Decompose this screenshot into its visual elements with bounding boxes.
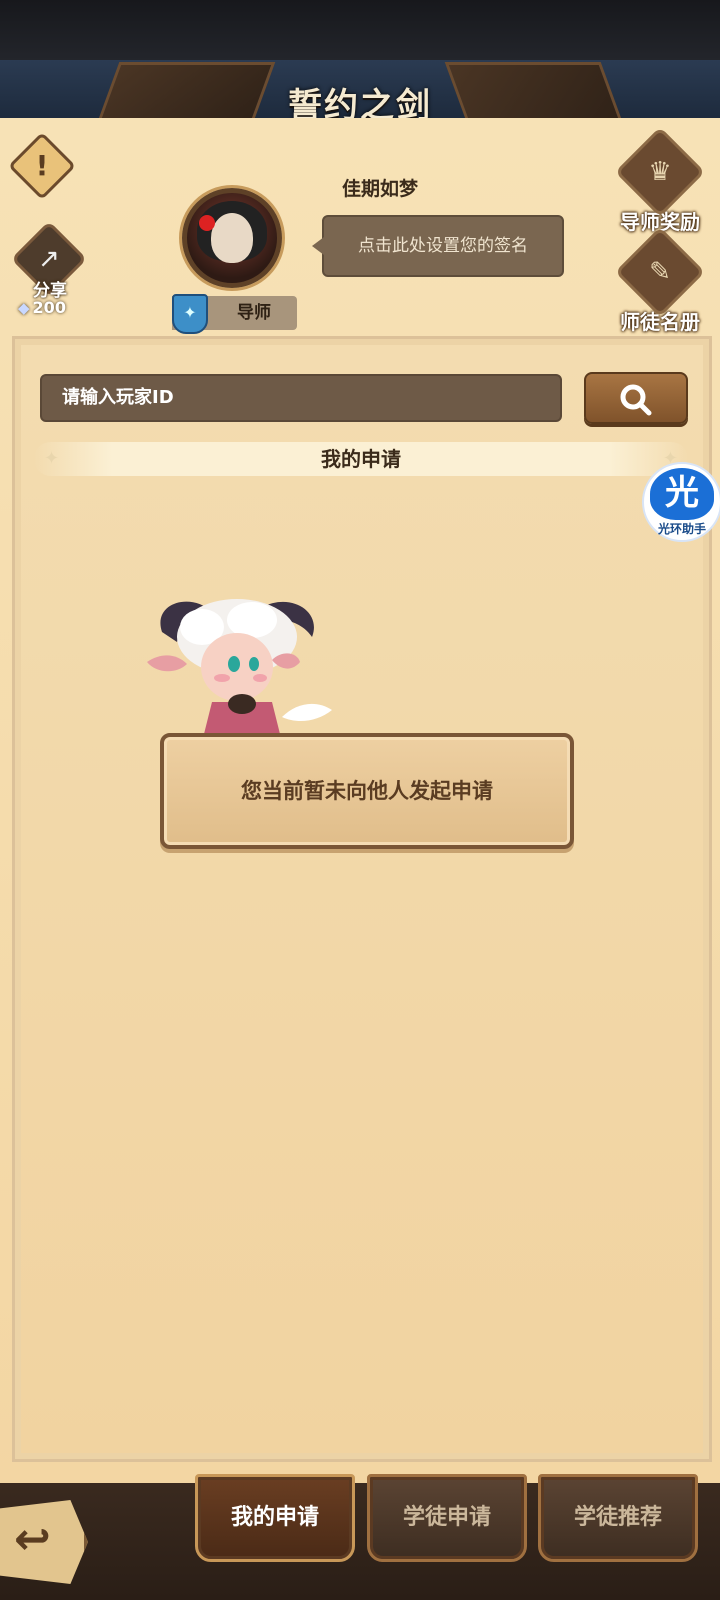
role-badge: ✦ 导师 (172, 294, 297, 334)
back-arrow-icon: ↩ (14, 1514, 51, 1565)
search-button[interactable] (584, 372, 688, 424)
content-panel (12, 336, 712, 1462)
avatar-flower (199, 215, 215, 231)
gem-count: 200 (32, 298, 66, 317)
scroll-icon: ✎ (614, 226, 706, 318)
tab-apprentice-recommendations[interactable]: 学徒推荐 (538, 1474, 698, 1562)
signature-box[interactable]: 点击此处设置您的签名 (312, 215, 564, 277)
empty-state-message: 您当前暂未向他人发起申请 (241, 779, 493, 803)
empty-state-speech-box: 您当前暂未向他人发起申请 (160, 733, 574, 849)
assistant-glyph: 光 (650, 468, 714, 520)
assistant-label: 光环助手 (657, 522, 706, 536)
tab-apprentice-applications[interactable]: 学徒申请 (367, 1474, 527, 1562)
avatar[interactable] (182, 188, 282, 288)
role-label: 导师 (237, 303, 271, 323)
exclamation-icon: ! (35, 149, 49, 182)
back-button[interactable]: ↩ (0, 1500, 88, 1584)
crown-icon: ♛ (614, 126, 706, 218)
mascot-illustration (147, 599, 332, 742)
diamond-icon: ◆ (18, 298, 30, 317)
mentor-shield-icon: ✦ (172, 294, 208, 334)
player-name: 佳期如梦 (341, 178, 418, 200)
search-icon (620, 384, 652, 416)
floating-assistant-button[interactable]: 光 光环助手 (642, 462, 720, 542)
section-title: 我的申请 (321, 447, 401, 471)
tab-my-applications[interactable]: 我的申请 (195, 1474, 355, 1562)
player-id-search-input[interactable]: 请输入玩家ID (40, 374, 562, 422)
status-bar (0, 0, 720, 60)
avatar-face (211, 213, 253, 263)
mentor-roster-button[interactable]: ✎ 师徒名册 (610, 226, 710, 335)
gem-reward: ◆ 200 (18, 298, 66, 317)
section-header: ✦ ✦ 我的申请 (34, 442, 688, 476)
mentor-reward-button[interactable]: ♛ 导师奖励 (610, 126, 710, 235)
